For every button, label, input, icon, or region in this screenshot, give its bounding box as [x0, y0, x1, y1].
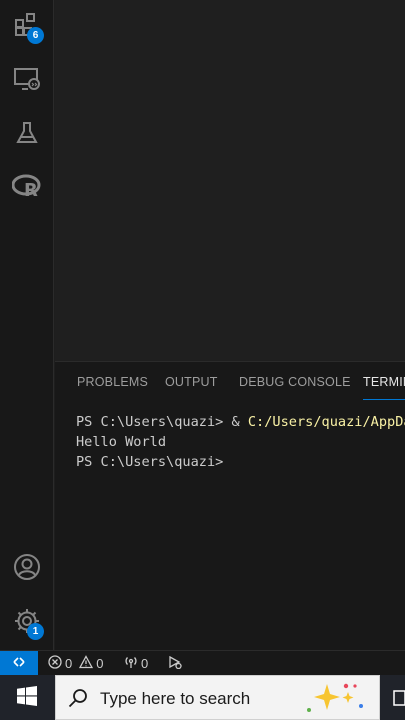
- remote-icon: [12, 655, 26, 672]
- tab-problems[interactable]: PROBLEMS: [77, 375, 148, 389]
- windows-taskbar: Type here to search: [0, 675, 405, 720]
- error-icon: [48, 655, 62, 672]
- accounts-button[interactable]: [0, 542, 54, 596]
- status-bar: 0 0 0: [0, 650, 405, 676]
- broadcast-icon: [124, 655, 138, 672]
- remote-indicator-button[interactable]: [0, 651, 38, 676]
- problems-indicator[interactable]: 0 0: [48, 651, 103, 676]
- ports-count: 0: [141, 656, 149, 671]
- terminal-output-line: Hello World: [76, 434, 167, 450]
- active-tab-indicator: [363, 399, 405, 400]
- tab-output[interactable]: OUTPUT: [165, 375, 218, 389]
- debug-run-icon: [168, 655, 182, 672]
- extensions-button[interactable]: 6: [0, 0, 54, 54]
- run-debug-indicator[interactable]: [168, 651, 182, 676]
- ports-indicator[interactable]: 0: [124, 651, 148, 676]
- flask-icon: [14, 120, 40, 150]
- tab-terminal[interactable]: TERMINAL: [363, 375, 405, 389]
- settings-badge: 1: [27, 623, 44, 640]
- vscode-window: 6 R 1 PROBLEMS OUTPUT DEBUG CONSOLE TERM…: [0, 0, 405, 720]
- r-extension-button[interactable]: R: [0, 162, 54, 216]
- terminal-output[interactable]: PS C:\Users\quazi> & C:/Users/quazi/AppD…: [76, 412, 405, 472]
- testing-button[interactable]: [0, 108, 54, 162]
- bottom-panel: PROBLEMS OUTPUT DEBUG CONSOLE TERMINAL P…: [55, 361, 405, 650]
- terminal-command-path: C:/Users/quazi/AppData/Local/Programs/Py…: [247, 414, 405, 430]
- remote-explorer-icon: [13, 65, 41, 97]
- manage-settings-button[interactable]: 1: [0, 596, 54, 650]
- task-view-icon[interactable]: [392, 688, 405, 712]
- svg-text:R: R: [24, 180, 38, 200]
- start-button[interactable]: [0, 675, 54, 720]
- editor-area[interactable]: [55, 0, 405, 361]
- warning-icon: [79, 655, 94, 672]
- terminal-prompt-current: PS C:\Users\quazi>: [76, 454, 224, 470]
- warning-count: 0: [96, 656, 104, 671]
- remote-explorer-button[interactable]: [0, 54, 54, 108]
- windows-logo-icon: [17, 685, 37, 710]
- extensions-badge: 6: [27, 27, 44, 44]
- tab-debug-console[interactable]: DEBUG CONSOLE: [239, 375, 351, 389]
- sparkle-highlight-icon: [301, 680, 373, 720]
- activity-bar: 6 R 1: [0, 0, 54, 650]
- account-icon: [13, 553, 41, 585]
- error-count: 0: [65, 656, 73, 671]
- panel-tabs: PROBLEMS OUTPUT DEBUG CONSOLE TERMINAL: [55, 362, 405, 402]
- search-placeholder: Type here to search: [100, 689, 251, 708]
- r-logo-icon: R: [11, 174, 42, 204]
- taskbar-search-box[interactable]: Type here to search: [55, 675, 380, 720]
- search-icon: [68, 688, 88, 712]
- terminal-prompt: PS C:\Users\quazi> &: [76, 414, 248, 430]
